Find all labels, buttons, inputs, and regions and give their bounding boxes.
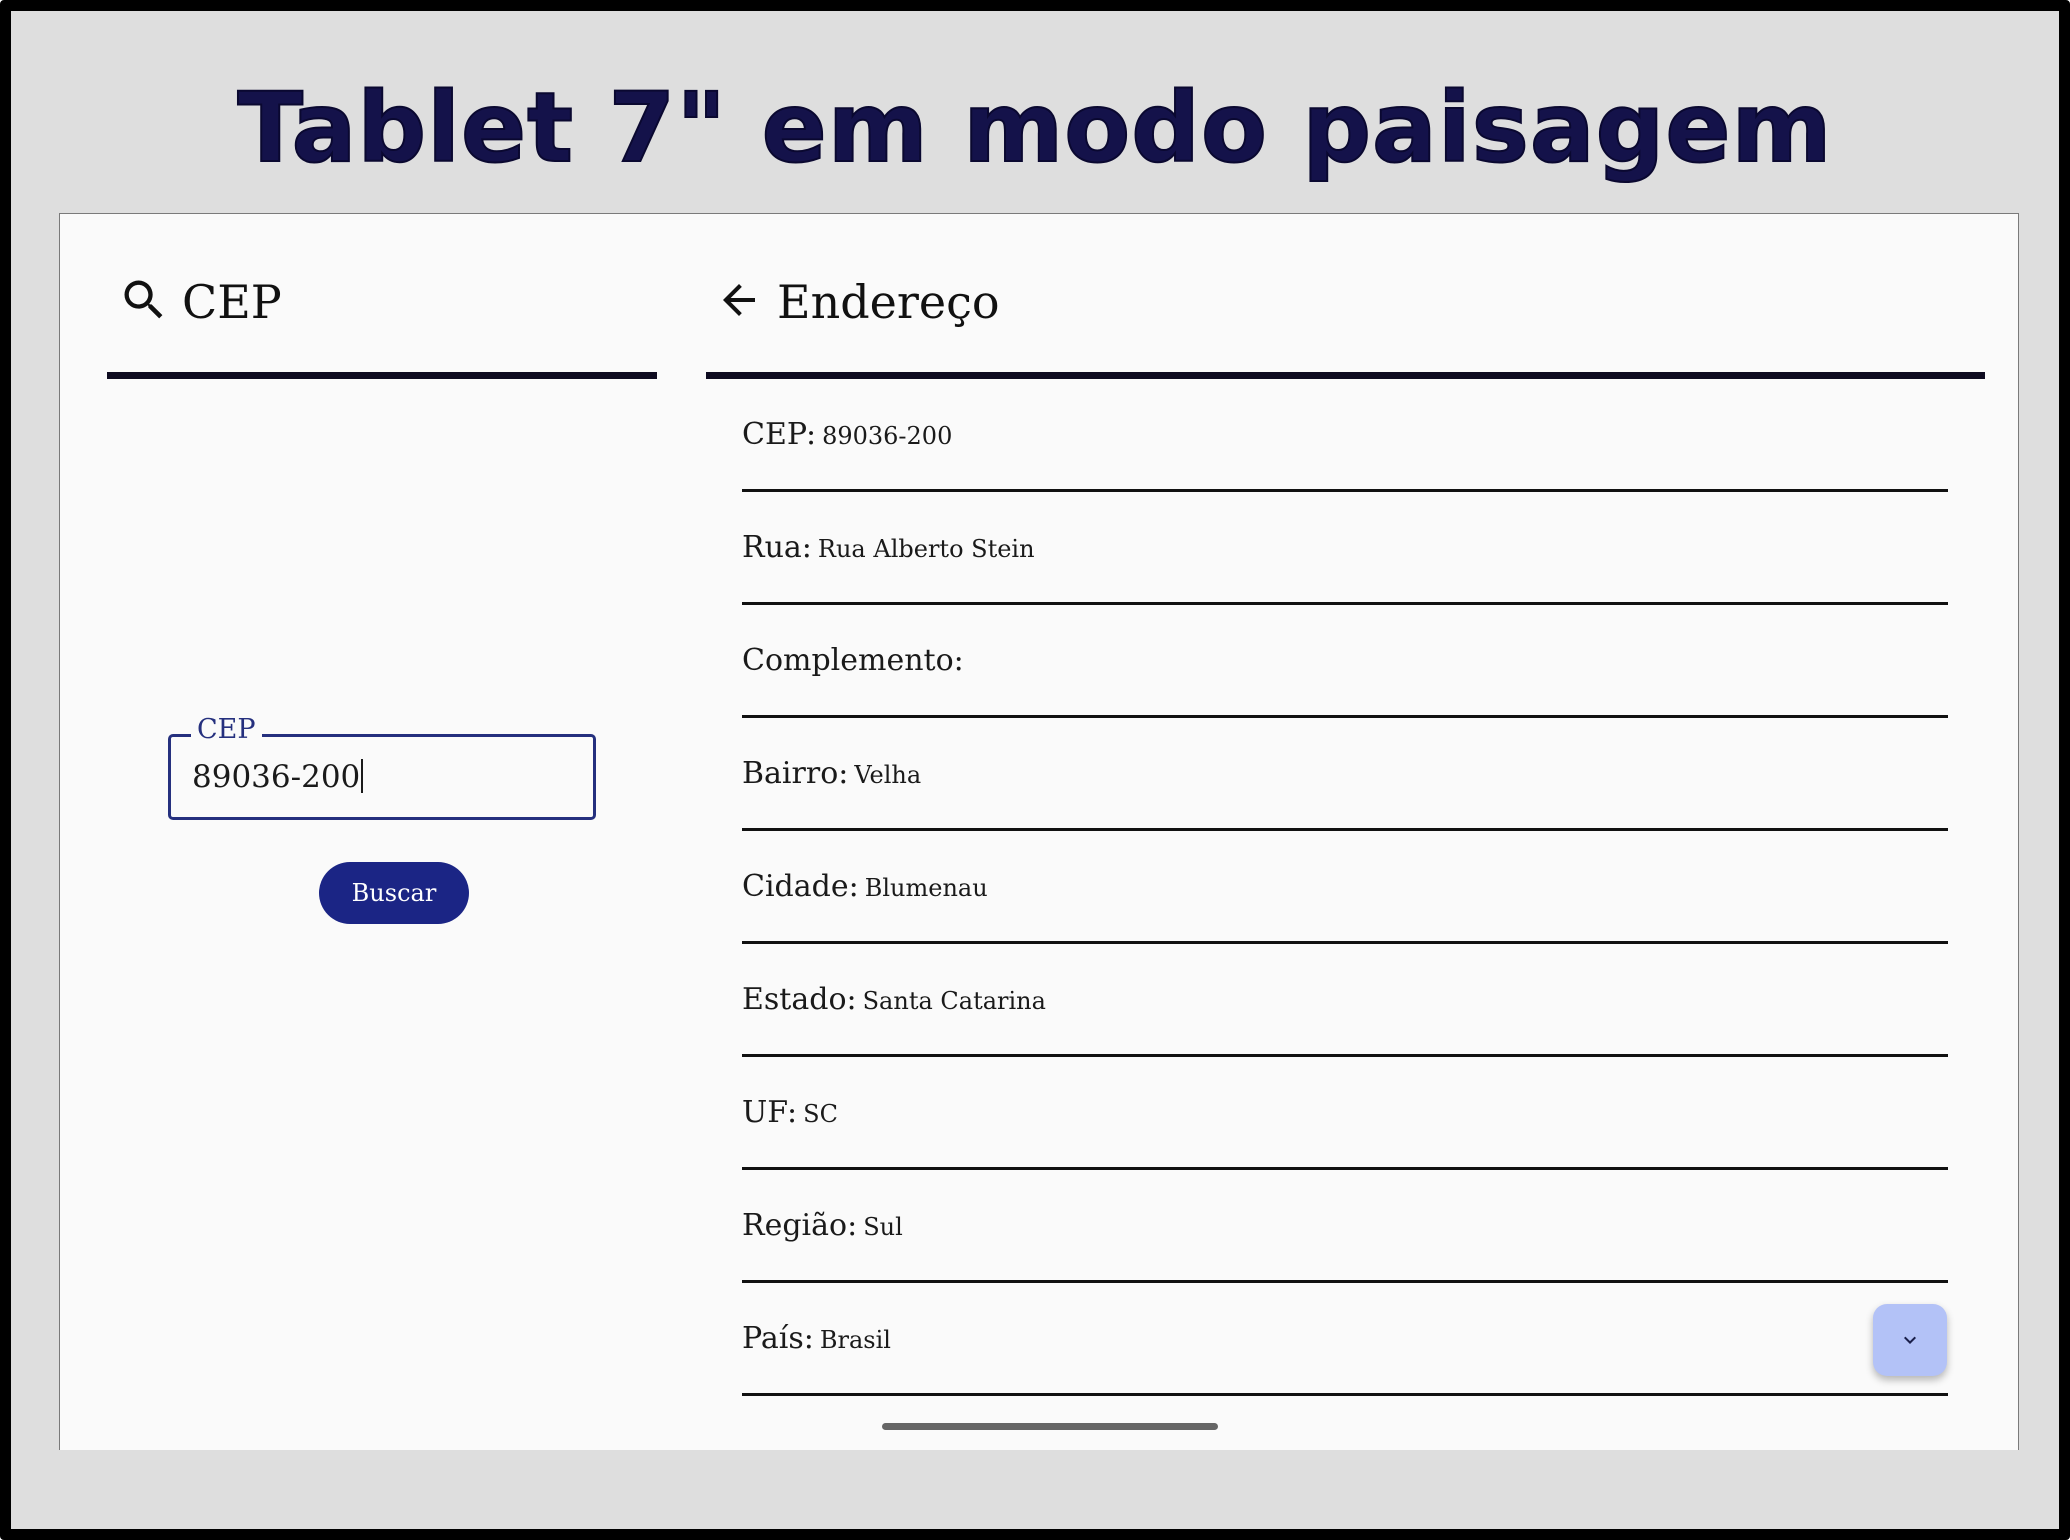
device-frame: Tablet 7" em modo paisagem CEP CEP 89036… (0, 0, 2070, 1540)
address-row-estado: Estado: Santa Catarina (742, 944, 1948, 1057)
cep-input-label: CEP (191, 713, 262, 747)
scroll-down-button[interactable] (1873, 1304, 1947, 1376)
address-value: Brasil (819, 1326, 891, 1354)
address-value: SC (803, 1100, 838, 1128)
cep-input-field[interactable]: CEP 89036-200 (168, 713, 596, 820)
address-row-cidade: Cidade: Blumenau (742, 831, 1948, 944)
address-label: Rua: (742, 530, 812, 565)
search-panel-header: CEP (106, 262, 658, 362)
search-panel-divider (107, 372, 657, 379)
address-panel-divider (706, 372, 1985, 379)
search-icon (124, 280, 163, 319)
arrow-left-icon[interactable] (715, 276, 763, 324)
address-label: Região: (742, 1208, 858, 1243)
address-value: 89036-200 (822, 422, 953, 450)
address-label: Bairro: (742, 756, 849, 791)
row-divider (742, 1393, 1948, 1396)
home-indicator[interactable] (882, 1423, 1218, 1430)
address-row-regiao: Região: Sul (742, 1170, 1948, 1283)
chevron-down-icon (1904, 1336, 1916, 1344)
address-label: País: (742, 1321, 814, 1356)
address-value: Velha (854, 761, 922, 789)
address-value: Sul (863, 1213, 903, 1241)
address-value: Blumenau (864, 874, 988, 902)
address-label: CEP: (742, 417, 817, 452)
cep-input[interactable]: 89036-200 (192, 757, 364, 797)
address-value: Santa Catarina (862, 987, 1046, 1015)
search-button[interactable]: Buscar (319, 862, 469, 924)
cep-input-value: 89036-200 (192, 759, 361, 795)
address-row-bairro: Bairro: Velha (742, 718, 1948, 831)
text-caret (361, 759, 364, 793)
page-headline: Tablet 7" em modo paisagem (237, 71, 1833, 185)
search-panel-title: CEP (182, 275, 282, 329)
address-value: Rua Alberto Stein (817, 535, 1035, 563)
address-row-pais: País: Brasil (742, 1283, 1948, 1396)
address-label: Estado: (742, 982, 857, 1017)
address-label: Complemento: (742, 643, 964, 678)
address-row-cep: CEP: 89036-200 (742, 379, 1948, 492)
address-label: Cidade: (742, 869, 859, 904)
address-row-uf: UF: SC (742, 1057, 1948, 1170)
address-row-complemento: Complemento: (742, 605, 1948, 718)
address-panel-header: Endereço (705, 262, 1405, 362)
address-row-rua: Rua: Rua Alberto Stein (742, 492, 1948, 605)
tablet-screen: CEP CEP 89036-200 Buscar Endereço CEP: 89… (59, 213, 2019, 1450)
address-label: UF: (742, 1095, 798, 1130)
address-list: CEP: 89036-200 Rua: Rua Alberto Stein Comp… (742, 379, 1948, 1396)
address-panel-title: Endereço (777, 275, 1000, 329)
